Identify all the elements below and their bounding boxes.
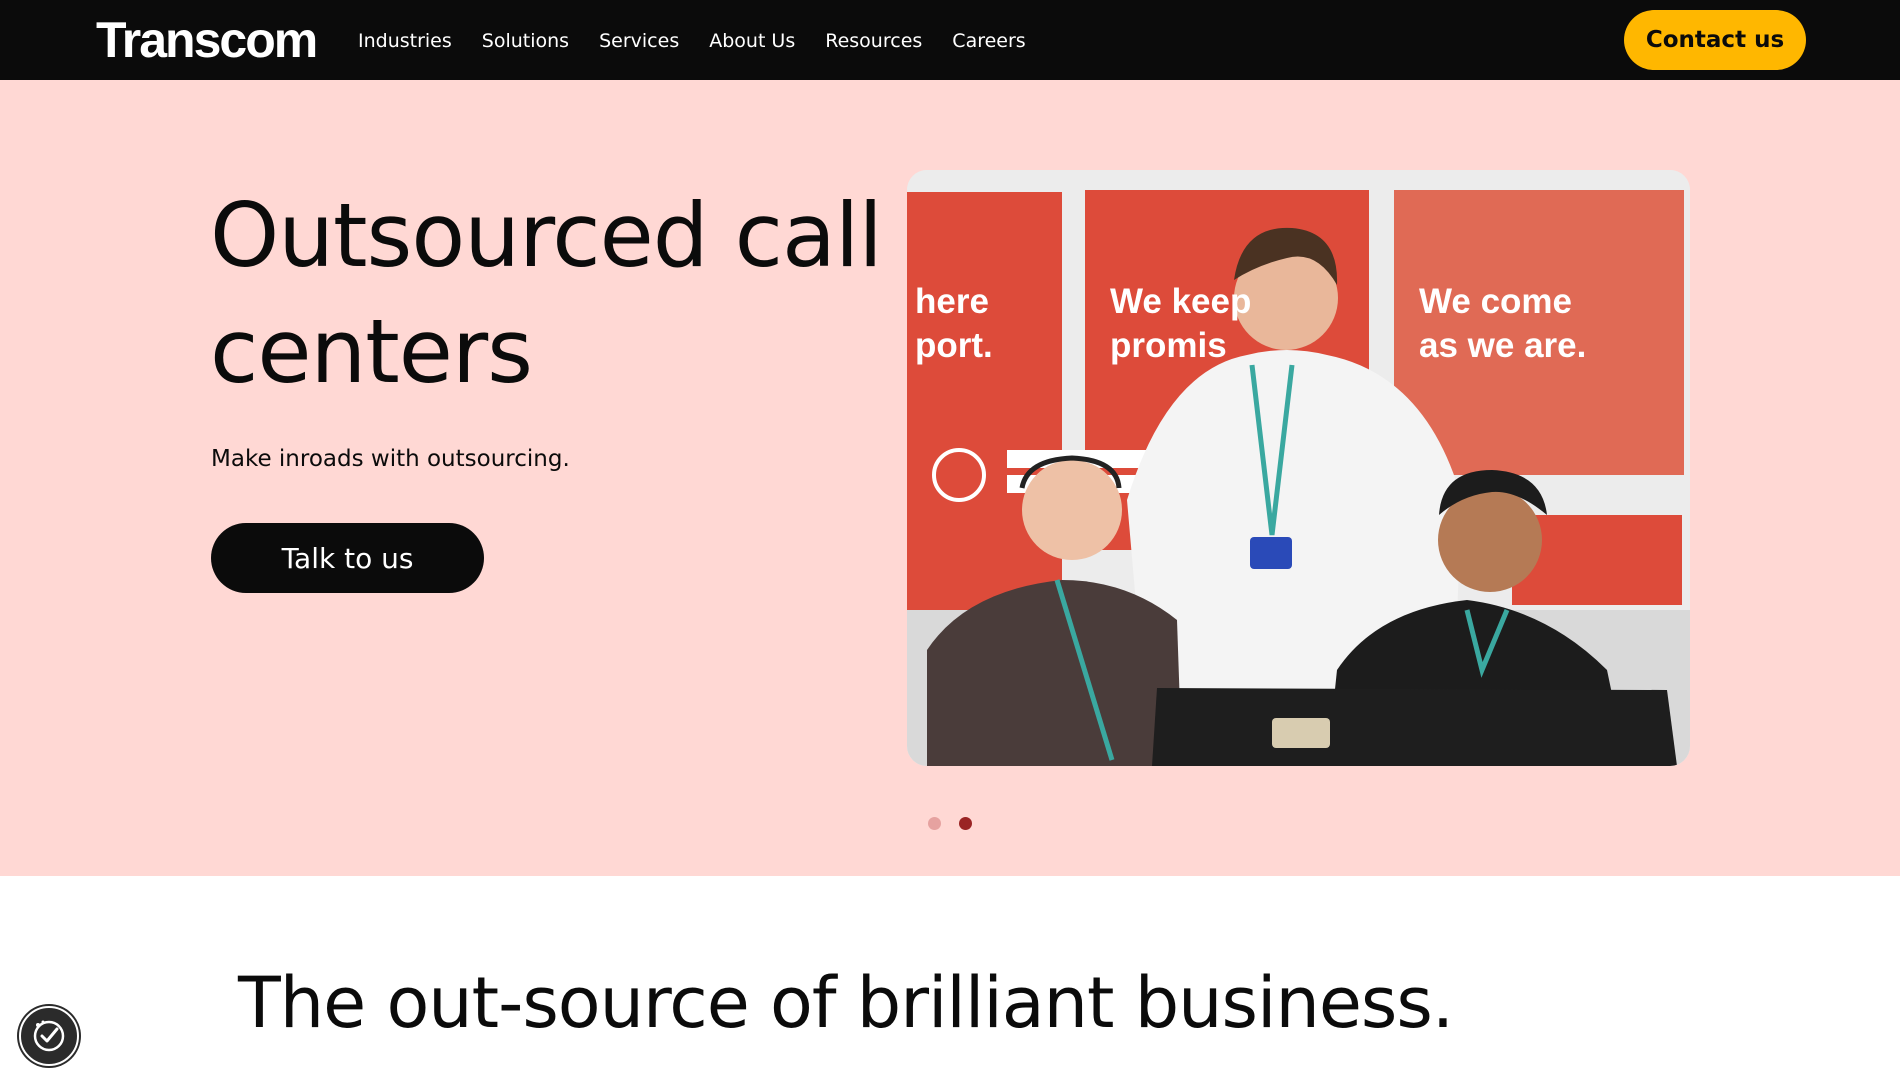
call-center-illustration xyxy=(907,170,1690,766)
carousel-dot-1[interactable] xyxy=(928,817,941,830)
carousel-dot-2-active[interactable] xyxy=(959,817,972,830)
menu-item-about-us[interactable]: About Us xyxy=(709,26,795,56)
poster-text-2: We keep promis xyxy=(1110,282,1252,365)
menu-item-solutions[interactable]: Solutions xyxy=(482,26,569,56)
menu-item-industries[interactable]: Industries xyxy=(358,26,452,56)
cookie-consent-button[interactable] xyxy=(19,1006,79,1066)
main-menu: Industries Solutions Services About Us R… xyxy=(358,26,1056,56)
transcom-logo[interactable]: Transcom xyxy=(96,12,318,68)
hero-subtitle: Make inroads with outsourcing. xyxy=(211,446,570,472)
poster-text-3: We come as we are. xyxy=(1419,282,1587,365)
menu-item-services[interactable]: Services xyxy=(599,26,679,56)
hero-section: Outsourced call centers Make inroads wit… xyxy=(0,80,1900,876)
hero-title: Outsourced call centers xyxy=(210,184,883,403)
poster-text-1: here port. xyxy=(915,282,993,365)
menu-item-resources[interactable]: Resources xyxy=(825,26,922,56)
talk-to-us-button[interactable]: Talk to us xyxy=(211,523,484,593)
menu-item-careers[interactable]: Careers xyxy=(952,26,1025,56)
hero-photo-call-center-agents: here port. We keep promis We come as we … xyxy=(907,170,1690,766)
contact-us-button[interactable]: Contact us xyxy=(1624,10,1806,70)
cookie-consent-icon xyxy=(33,1020,65,1052)
section-title: The out-source of brilliant business. xyxy=(238,962,1454,1044)
top-navigation-bar: Transcom Industries Solutions Services A… xyxy=(0,0,1900,80)
